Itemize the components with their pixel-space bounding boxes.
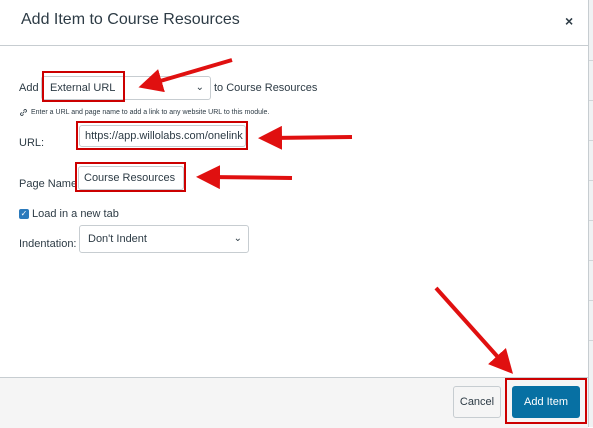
background-edge: [588, 0, 593, 427]
url-input-value: https://app.willolabs.com/onelink: [85, 130, 243, 142]
add-item-button[interactable]: Add Item: [512, 386, 580, 418]
dialog-header: Add Item to Course Resources ×: [0, 0, 588, 46]
indentation-select[interactable]: Don't Indent ⌄: [79, 225, 249, 253]
page-name-label: Page Name:: [19, 178, 81, 190]
new-tab-checkbox[interactable]: ✓: [19, 209, 29, 219]
new-tab-label: Load in a new tab: [32, 208, 119, 220]
url-label: URL:: [19, 137, 45, 149]
indentation-value: Don't Indent: [88, 233, 147, 245]
url-hint: Enter a URL and page name to add a link …: [19, 108, 269, 117]
add-item-dialog: Add Item to Course Resources × Add Exter…: [0, 0, 588, 428]
indentation-label: Indentation:: [19, 238, 77, 250]
page-name-input[interactable]: Course Resources: [78, 166, 184, 190]
chevron-down-icon: ⌄: [195, 81, 204, 93]
item-type-value: External URL: [50, 82, 116, 94]
add-label: Add: [19, 82, 39, 94]
close-icon[interactable]: ×: [565, 13, 573, 29]
link-icon: [20, 109, 27, 116]
url-hint-text: Enter a URL and page name to add a link …: [31, 109, 270, 116]
cancel-button[interactable]: Cancel: [453, 386, 501, 418]
dialog-title: Add Item to Course Resources: [21, 11, 240, 28]
page-name-value: Course Resources: [84, 172, 176, 184]
item-type-select[interactable]: External URL ⌄: [41, 76, 211, 100]
chevron-down-icon: ⌄: [233, 232, 242, 244]
url-input[interactable]: https://app.willolabs.com/onelink: [79, 125, 246, 147]
to-module-label: to Course Resources: [214, 82, 318, 94]
